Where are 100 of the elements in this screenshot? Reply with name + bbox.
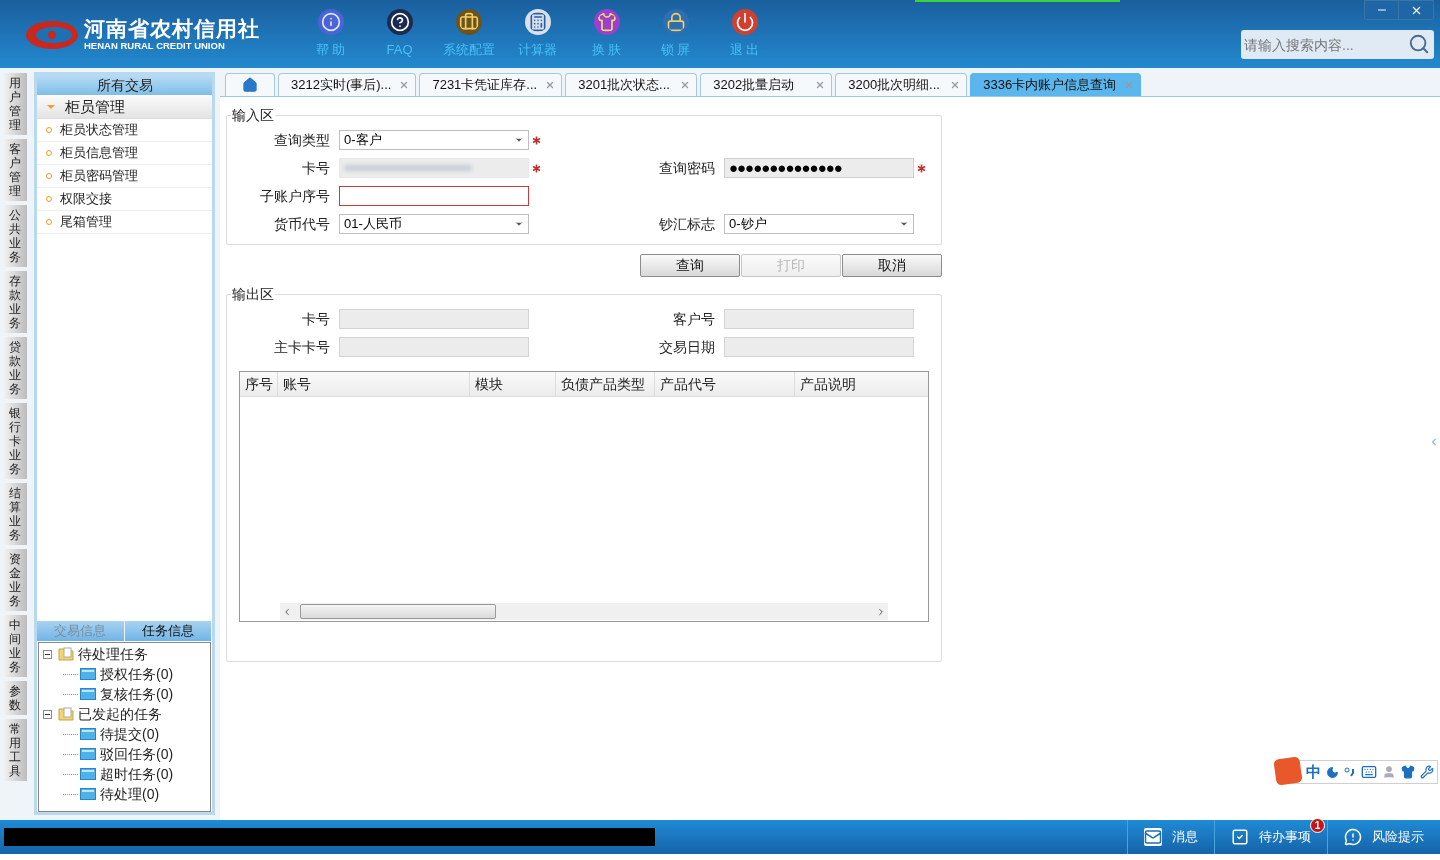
- menu-item[interactable]: 柜员信息管理: [37, 142, 212, 165]
- mail-icon: [1144, 828, 1162, 846]
- home-tab[interactable]: [225, 73, 275, 96]
- column-header[interactable]: 模块: [470, 372, 556, 396]
- folder-icon: [80, 728, 96, 740]
- collapse-toggle-icon[interactable]: [43, 709, 52, 719]
- search-field[interactable]: 请输入搜索内容...: [1241, 30, 1434, 59]
- collapse-toggle-icon[interactable]: [43, 649, 52, 659]
- panel-title: 所有交易: [96, 75, 153, 95]
- side-tab[interactable]: 客户管理: [3, 139, 27, 201]
- tree-item[interactable]: 复核任务(0): [100, 683, 174, 705]
- panel-tab[interactable]: 任务信息: [124, 621, 212, 641]
- field-label: 交易日期: [658, 337, 716, 357]
- shirt-icon: [593, 9, 620, 35]
- field-label: 主卡卡号: [273, 337, 331, 357]
- readonly-field[interactable]: [339, 337, 529, 357]
- home-icon: [242, 77, 258, 93]
- readonly-field[interactable]: [724, 309, 914, 329]
- horizontal-scrollbar[interactable]: [280, 603, 888, 620]
- column-header[interactable]: 序号: [240, 372, 278, 396]
- side-tab[interactable]: 参数: [3, 681, 27, 715]
- search-icon: [1408, 33, 1430, 55]
- tree-item[interactable]: 待提交(0): [100, 723, 160, 745]
- tree-item[interactable]: 超时任务(0): [100, 763, 174, 785]
- required-asterisk-icon: [532, 163, 541, 173]
- side-tab[interactable]: 常用工具: [3, 719, 27, 781]
- status-button[interactable]: 消息: [1127, 820, 1214, 854]
- tab[interactable]: 7231卡凭证库存...: [419, 73, 563, 96]
- keyboard-icon[interactable]: [1361, 764, 1377, 780]
- shirt-icon[interactable]: [1401, 765, 1415, 779]
- side-tab[interactable]: 用户管理: [3, 73, 27, 135]
- tab[interactable]: 3201批次状态...: [565, 73, 698, 96]
- field-label: 查询类型: [273, 130, 331, 150]
- toolbox-icon: [455, 9, 482, 35]
- folder-icon: [80, 668, 96, 680]
- field-label: 客户号: [672, 309, 716, 329]
- close-tab-icon[interactable]: [545, 80, 556, 90]
- tab[interactable]: 3336卡内账户信息查询: [970, 73, 1142, 96]
- close-tab-icon[interactable]: [399, 80, 410, 90]
- side-tab[interactable]: 公共业务: [3, 205, 27, 267]
- side-tab[interactable]: 贷款业务: [3, 337, 27, 399]
- readonly-field[interactable]: [339, 309, 529, 329]
- notification-badge: 1: [1310, 818, 1325, 833]
- field-label: 货币代号: [273, 214, 331, 234]
- input-field[interactable]: [339, 186, 529, 206]
- readonly-field[interactable]: [724, 337, 914, 357]
- column-header[interactable]: 负债产品类型: [556, 372, 655, 396]
- wrench-icon[interactable]: [1420, 765, 1434, 779]
- user-icon[interactable]: [1382, 765, 1396, 779]
- close-tab-icon[interactable]: [680, 80, 691, 90]
- scroll-right-icon[interactable]: [876, 606, 886, 617]
- side-tab[interactable]: 资金业务: [3, 549, 27, 611]
- tree-item[interactable]: 授权任务(0): [100, 663, 174, 685]
- dropdown-field[interactable]: 0-钞户: [724, 214, 914, 234]
- tab[interactable]: 3212实时(事后)...: [278, 73, 417, 96]
- close-tab-icon[interactable]: [950, 80, 961, 90]
- blurred-input-field[interactable]: [339, 158, 529, 178]
- side-tab[interactable]: 银行卡业务: [3, 403, 27, 479]
- speech-bubble-icon: [1344, 828, 1362, 846]
- side-tab[interactable]: 存款业务: [3, 271, 27, 333]
- folder-icon: [80, 788, 96, 800]
- punctuation-icon[interactable]: [1344, 766, 1356, 778]
- ime-logo-icon: [1273, 756, 1303, 786]
- folder-icon: [80, 768, 96, 780]
- ime-mode[interactable]: 中: [1306, 760, 1321, 784]
- menu-group-header[interactable]: 柜员管理: [37, 96, 212, 119]
- lock-icon: [662, 9, 689, 35]
- tab[interactable]: 3200批次明细...: [835, 73, 968, 96]
- password-field[interactable]: ●●●●●●●●●●●●●●: [724, 158, 914, 178]
- column-header[interactable]: 产品说明: [795, 372, 928, 396]
- tree-item[interactable]: 待处理任务: [78, 643, 148, 665]
- menu-item[interactable]: 尾箱管理: [37, 211, 212, 234]
- tab[interactable]: 3202批量启动: [700, 73, 833, 96]
- required-asterisk-icon: [532, 135, 541, 145]
- field-label: 卡号: [301, 158, 331, 178]
- dropdown-field[interactable]: 01-人民币: [339, 214, 529, 234]
- tree-item[interactable]: 待处理(0): [100, 783, 160, 805]
- status-button[interactable]: 风险提示: [1327, 820, 1440, 854]
- close-tab-icon[interactable]: [815, 80, 826, 90]
- field-label: 钞汇标志: [658, 214, 716, 234]
- action-button[interactable]: 查询: [640, 254, 740, 277]
- dropdown-caret-icon: [514, 219, 524, 229]
- status-button[interactable]: 待办事项 1: [1214, 820, 1327, 854]
- logo-icon: [24, 19, 80, 51]
- moon-icon[interactable]: [1326, 765, 1339, 779]
- tree-item[interactable]: 驳回任务(0): [100, 743, 174, 765]
- field-label: 子账户序号: [259, 186, 331, 206]
- dropdown-field[interactable]: 0-客户: [339, 130, 529, 150]
- side-tab[interactable]: 结算业务: [3, 483, 27, 545]
- scroll-left-icon[interactable]: [282, 606, 292, 617]
- column-header[interactable]: 产品代号: [655, 372, 795, 396]
- tree-item[interactable]: 已发起的任务: [78, 703, 162, 725]
- side-tab[interactable]: 中间业务: [3, 615, 27, 677]
- scrollbar-thumb[interactable]: [300, 604, 496, 619]
- action-button[interactable]: 取消: [842, 254, 942, 277]
- column-header[interactable]: 账号: [278, 372, 470, 396]
- menu-item[interactable]: 柜员状态管理: [37, 119, 212, 142]
- menu-item[interactable]: 权限交接: [37, 188, 212, 211]
- menu-item[interactable]: 柜员密码管理: [37, 165, 212, 188]
- logo-title: 河南省农村信用社: [84, 18, 260, 40]
